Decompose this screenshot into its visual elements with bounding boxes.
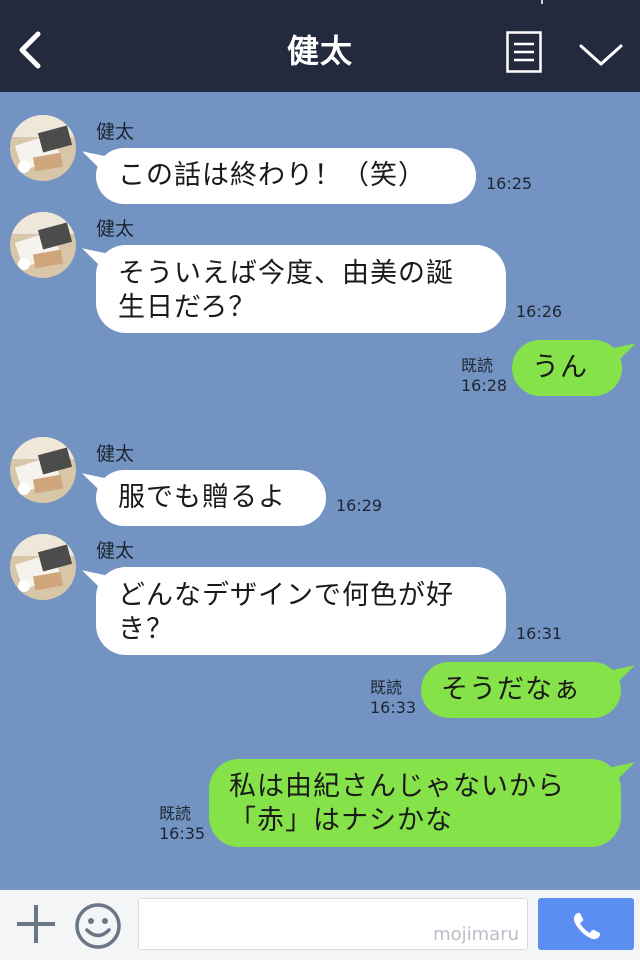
message-input[interactable]: mojimaru (138, 898, 528, 950)
message-time: 16:31 (516, 624, 563, 643)
incoming-message-bubble[interactable]: この話は終わり！（笑） (96, 148, 476, 204)
message-text-line: どんなデザインで何色が好 (118, 580, 454, 611)
sender-name: 健太 (96, 540, 135, 562)
incoming-message-bubble[interactable]: そういえば今度、由美の誕 生日だろ？ (96, 245, 506, 333)
message-text: そうだなぁ (441, 674, 581, 705)
read-receipt: 既読 (159, 804, 192, 823)
message-time: 16:33 (370, 698, 417, 717)
menu-button[interactable] (506, 31, 542, 73)
message-text-line: き？ (118, 614, 174, 645)
input-bar: mojimaru (0, 890, 640, 960)
avatar-image (10, 212, 76, 278)
message-meta: 既読 16:35 (159, 804, 205, 844)
avatar-image (10, 437, 76, 503)
outgoing-message-bubble[interactable]: そうだなぁ (421, 662, 621, 718)
message-meta: 既読 16:33 (370, 678, 416, 718)
message-text: この話は終わり！（笑） (118, 160, 426, 191)
outgoing-message-bubble[interactable]: うん (512, 340, 622, 396)
chevron-down-icon (579, 44, 623, 66)
message-text-line: 私は由紀さんじゃないから (229, 771, 565, 802)
phone-icon (573, 912, 601, 940)
message-text-line: 生日だろ？ (118, 292, 257, 323)
sender-name: 健太 (96, 218, 135, 240)
avatar-image (10, 115, 76, 181)
message-time: 16:29 (336, 496, 383, 515)
watermark-text: mojimaru (433, 924, 519, 945)
message-text: うん (532, 352, 588, 383)
plus-icon (17, 905, 55, 943)
add-button[interactable] (14, 902, 58, 946)
avatar[interactable] (10, 212, 76, 278)
avatar[interactable] (10, 437, 76, 503)
status-bar-mark (541, 0, 543, 4)
avatar-image (10, 534, 76, 600)
sender-name: 健太 (96, 121, 135, 143)
message-time: 16:28 (461, 376, 508, 395)
list-menu-icon (506, 31, 542, 73)
read-receipt: 既読 (461, 356, 494, 375)
message-time: 16:26 (516, 302, 563, 321)
incoming-message-bubble[interactable]: どんなデザインで何色が好 き？ (96, 567, 506, 655)
message-text: 服でも贈るよ (118, 482, 286, 513)
expand-button[interactable] (578, 40, 624, 70)
message-text-line: 「赤」はナシかな (229, 805, 453, 836)
chat-header: 健太 (0, 0, 640, 92)
smiley-icon (75, 903, 121, 949)
avatar[interactable] (10, 115, 76, 181)
read-receipt: 既読 (370, 678, 403, 697)
call-button[interactable] (538, 898, 634, 950)
message-text-line: そういえば今度、由美の誕 (118, 258, 454, 289)
message-time: 16:35 (159, 824, 206, 843)
emoji-button[interactable] (74, 902, 122, 950)
outgoing-message-bubble[interactable]: 私は由紀さんじゃないから 「赤」はナシかな (209, 759, 621, 847)
sender-name: 健太 (96, 443, 135, 465)
chat-title: 健太 (286, 32, 353, 70)
avatar[interactable] (10, 534, 76, 600)
incoming-message-bubble[interactable]: 服でも贈るよ (96, 470, 326, 526)
message-time: 16:25 (486, 174, 533, 193)
message-meta: 既読 16:28 (461, 356, 507, 396)
